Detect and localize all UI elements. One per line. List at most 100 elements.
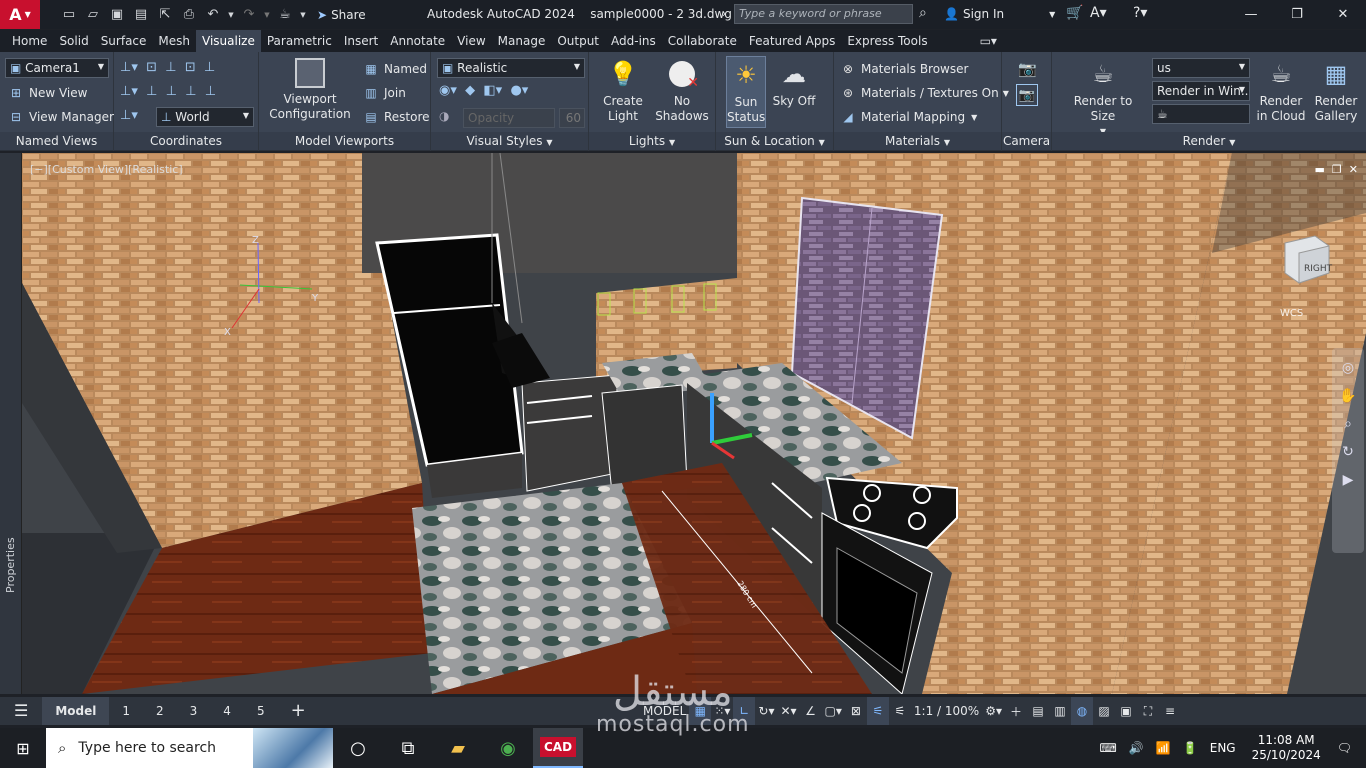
chevron-down-icon[interactable]: ▼ — [1229, 138, 1235, 147]
isodraft-icon[interactable]: ✕▾ — [777, 697, 799, 725]
layout-tab-3[interactable]: 3 — [177, 697, 211, 725]
customize-qat-icon[interactable]: ▼ — [298, 5, 308, 25]
viewcube[interactable]: RIGHT — [1277, 228, 1337, 298]
redo-icon[interactable]: ↷ — [238, 5, 260, 25]
windows-start-icon[interactable]: ⊞ — [0, 728, 46, 768]
viewport-window-controls[interactable]: ▬ ❐ ✕ — [1315, 163, 1358, 176]
create-camera-icon[interactable]: 📷 — [1018, 60, 1037, 78]
tab-output[interactable]: Output — [551, 30, 605, 52]
print-icon[interactable]: ⎙ — [178, 5, 200, 25]
ucs-icon-row1[interactable]: ⊥▾ ⊡ ⊥ ⊡ ⊥ — [120, 60, 215, 75]
file-explorer-icon[interactable]: ▰ — [433, 728, 483, 768]
wcs-menu[interactable]: WCS — [1280, 308, 1303, 319]
taskbar-search-input[interactable]: ⌕ Type here to search — [46, 728, 333, 768]
hardware-acceleration-icon[interactable]: ▨ — [1093, 697, 1115, 725]
teapot-render-icon[interactable]: ☕ — [274, 5, 296, 25]
new-view-button[interactable]: ⊞ New View — [8, 85, 88, 101]
ribbon-display-toggle-icon[interactable]: ▭▾ — [974, 30, 1003, 52]
pan-hand-icon[interactable]: ✋ — [1337, 385, 1359, 407]
new-file-icon[interactable]: ▭ — [58, 5, 80, 25]
chevron-down-icon[interactable]: ▼ — [819, 138, 825, 147]
keyboard-icon[interactable]: ⌨ — [1100, 741, 1117, 755]
restore-viewports-button[interactable]: ▤ Restore — [363, 109, 429, 125]
tab-mesh[interactable]: Mesh — [152, 30, 196, 52]
camera-combo[interactable]: ▣ Camera1 ▼ — [5, 58, 109, 78]
keyword-search-input[interactable]: Type a keyword or phrase — [734, 4, 913, 24]
quick-properties-icon[interactable]: ▥ — [1049, 697, 1071, 725]
opacity-value[interactable]: 60 — [559, 108, 585, 128]
3d-osnap-icon[interactable]: ⊠ — [845, 697, 867, 725]
tab-express-tools[interactable]: Express Tools — [841, 30, 933, 52]
cart-icon[interactable]: 🛒 — [1066, 5, 1083, 21]
undo-dropdown-icon[interactable]: ▼ — [226, 5, 236, 25]
sky-off-button[interactable]: ☁ Sky Off — [770, 58, 818, 109]
auto-scale-icon[interactable]: ⚟ — [889, 697, 911, 725]
chevron-down-icon[interactable]: ▼ — [944, 138, 950, 147]
zoom-icon[interactable]: ⌕ — [1337, 413, 1359, 435]
tab-view[interactable]: View — [451, 30, 491, 52]
render-in-cloud-button[interactable]: ☕ Render in Cloud — [1256, 58, 1306, 124]
autocad-taskbar-icon[interactable]: CAD — [533, 728, 583, 768]
object-snap-icon[interactable]: ▢▾ — [822, 697, 845, 725]
notifications-icon[interactable]: 🗨 — [1337, 741, 1352, 755]
minimize-icon[interactable]: — — [1228, 0, 1274, 29]
polar-icon[interactable]: ↻▾ — [755, 697, 777, 725]
visual-style-tools[interactable]: ◉▾ ◆ ◧▾ ●▾ — [439, 83, 528, 98]
customization-menu-icon[interactable]: ≡ — [1159, 697, 1181, 725]
render-environment-combo[interactable]: ☕ — [1152, 104, 1250, 124]
redo-dropdown-icon[interactable]: ▼ — [262, 5, 272, 25]
opacity-toggle-icon[interactable]: ◑ — [439, 109, 449, 123]
battery-icon[interactable]: 🔋 — [1183, 741, 1198, 755]
tab-add-ins[interactable]: Add-ins — [605, 30, 662, 52]
sign-in-button[interactable]: 👤 Sign In ▼ — [944, 7, 1055, 21]
open-folder-icon[interactable]: ▱ — [82, 5, 104, 25]
chevron-right-icon[interactable]: › — [722, 7, 726, 20]
fullscreen-icon[interactable]: ⛶ — [1137, 697, 1159, 725]
save-as-icon[interactable]: ▤ — [130, 5, 152, 25]
tab-featured-apps[interactable]: Featured Apps — [743, 30, 841, 52]
tab-solid[interactable]: Solid — [53, 30, 94, 52]
named-viewports-button[interactable]: ▦ Named — [363, 61, 427, 77]
layout-menu-icon[interactable]: ☰ — [0, 697, 42, 725]
layout-tab-4[interactable]: 4 — [210, 697, 244, 725]
opacity-field[interactable]: Opacity — [463, 108, 555, 128]
undo-icon[interactable]: ↶ — [202, 5, 224, 25]
ucs-combo[interactable]: ⊥ World ▼ — [156, 107, 254, 127]
camera-preview-icon[interactable]: 📷 — [1016, 84, 1038, 106]
tab-parametric[interactable]: Parametric — [261, 30, 338, 52]
task-view-icon[interactable]: ⧉ — [383, 728, 433, 768]
steering-wheel-icon[interactable]: ◎ — [1337, 357, 1359, 379]
cortana-icon[interactable]: ○ — [333, 728, 383, 768]
isolate-objects-icon[interactable]: ◍ — [1071, 697, 1093, 725]
chrome-icon[interactable]: ◉ — [483, 728, 533, 768]
tab-manage[interactable]: Manage — [492, 30, 552, 52]
tab-annotate[interactable]: Annotate — [384, 30, 451, 52]
material-mapping-button[interactable]: ◢ Material Mapping ▼ — [840, 109, 977, 125]
render-to-size-button[interactable]: ☕Render to Size▼ — [1062, 58, 1144, 139]
join-viewports-button[interactable]: ▥ Join — [363, 85, 406, 101]
chevron-down-icon[interactable]: ▼ — [669, 138, 675, 147]
ucs-icon-row2[interactable]: ⊥▾ ⊥ ⊥ ⊥ ⊥ — [120, 84, 216, 99]
add-layout-icon[interactable]: + — [278, 697, 319, 725]
create-light-button[interactable]: 💡 Create Light — [595, 58, 651, 124]
tab-visualize[interactable]: Visualize — [196, 30, 261, 52]
workspace-gear-icon[interactable]: ⚙▾ — [982, 697, 1005, 725]
no-shadows-button[interactable]: ✕ No Shadows — [653, 58, 711, 124]
render-gallery-button[interactable]: ▦ Render Gallery — [1308, 58, 1364, 124]
language-indicator[interactable]: ENG — [1210, 741, 1236, 755]
materials-browser-button[interactable]: ⊗ Materials Browser — [840, 61, 968, 77]
ucs-icon-row3[interactable]: ⊥▾ — [120, 108, 138, 123]
layout-tab-5[interactable]: 5 — [244, 697, 278, 725]
sun-status-button[interactable]: ☀ Sun Status — [726, 56, 766, 128]
materials-textures-button[interactable]: ⊛ Materials / Textures On ▼ — [840, 85, 1009, 101]
viewport-configuration-button[interactable]: Viewport Configuration — [265, 58, 355, 122]
render-in-combo[interactable]: Render in Win... ▼ — [1152, 81, 1250, 101]
tab-home[interactable]: Home — [6, 30, 53, 52]
annotation-scale[interactable]: 1:1 / 100% — [911, 697, 982, 725]
model-viewport[interactable]: Z Y X 280 cm [−][Custom View][Realistic]… — [22, 153, 1366, 694]
save-icon[interactable]: ▣ — [106, 5, 128, 25]
chevron-down-icon[interactable]: ▼ — [546, 138, 552, 147]
maximize-icon[interactable]: ❐ — [1274, 0, 1320, 29]
object-snap-tracking-icon[interactable]: ∠ — [800, 697, 822, 725]
annotation-visibility-icon[interactable]: ⚟ — [866, 697, 889, 725]
